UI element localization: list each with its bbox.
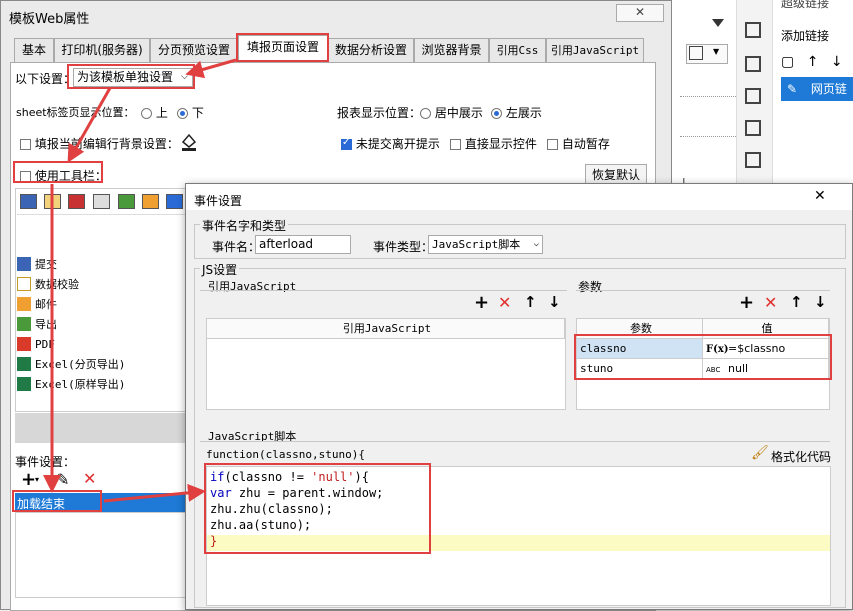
- arrow-event-to-code: [103, 483, 206, 503]
- annotation-arrows: [43, 58, 237, 503]
- arrow-tab-to-select: [185, 58, 237, 79]
- arrow-select-to-toolbar: [67, 87, 112, 163]
